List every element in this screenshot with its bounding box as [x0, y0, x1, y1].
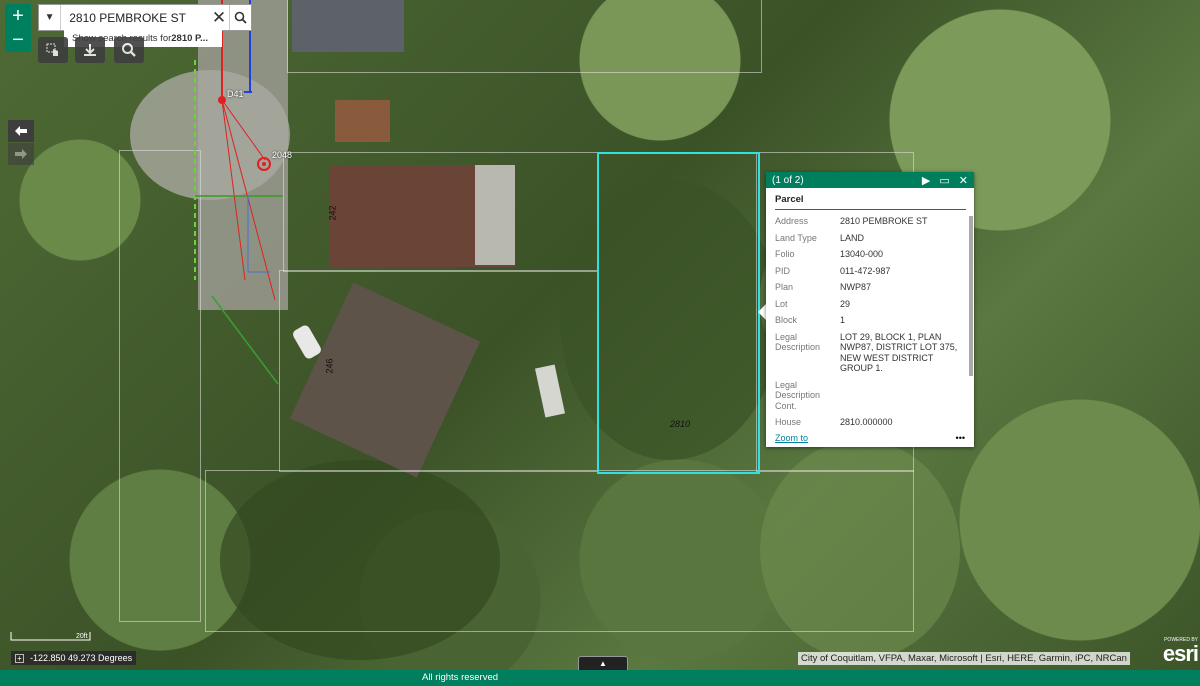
field-value: 13040-000	[840, 249, 884, 259]
coordinate-readout: + -122.850 49.273 Degrees	[11, 651, 137, 665]
maximize-icon[interactable]: ▭	[939, 174, 949, 187]
magnifier-icon	[122, 43, 136, 57]
field-value: LOT 29, BLOCK 1, PLAN NWP87, DISTRICT LO…	[840, 331, 958, 374]
hand-select-icon	[46, 43, 58, 56]
field-key: Folio	[775, 249, 795, 259]
coordinate-text: -122.850 49.273 Degrees	[30, 653, 133, 663]
popup-scrollbar[interactable]	[969, 216, 973, 376]
popup-field-row: House 2810.000000	[775, 417, 966, 426]
popup-pointer	[758, 304, 766, 320]
popup-field-row: Plan NWP87	[775, 282, 966, 293]
map-attribution: City of Coquitlam, VFPA, Maxar, Microsof…	[798, 652, 1130, 665]
field-key: Legal Description Cont.	[775, 379, 821, 411]
popup-field-row: Block 1	[775, 315, 966, 326]
field-value	[840, 380, 960, 412]
suggestion-bold: 2810 P...	[171, 32, 209, 44]
field-key: Plan	[775, 282, 794, 292]
field-value: 1	[840, 315, 846, 325]
field-value: 29	[840, 298, 851, 309]
location-marker-dot	[262, 162, 266, 166]
plus-icon: +	[12, 4, 24, 27]
field-key: PID	[775, 265, 791, 276]
popup-field-row: Address 2810 PEMBROKE ST	[775, 216, 966, 227]
search-input[interactable]	[61, 9, 210, 26]
field-value: 2810.000000	[840, 417, 893, 426]
popup-body: Parcel Address 2810 PEMBROKE ST Land Type…	[766, 188, 974, 426]
zoom-out-button[interactable]: −	[5, 28, 31, 52]
coordinate-toggle-icon[interactable]: +	[15, 653, 24, 663]
zoom-to-link[interactable]: Zoom to	[775, 433, 956, 443]
search-box: ▼ ✕	[38, 4, 252, 31]
feature-popup: (1 of 2) ▶ ▭ ✕ Parcel Address 2810 PEMBRO…	[766, 172, 974, 447]
map-label-2810: 2810	[670, 419, 691, 429]
minus-icon: −	[12, 28, 24, 51]
popup-field-row: Lot 29	[775, 299, 966, 310]
close-icon: ✕	[211, 7, 227, 27]
popup-header: (1 of 2) ▶ ▭ ✕	[766, 172, 974, 188]
utility-lines	[194, 0, 283, 385]
hydrant-marker	[218, 96, 226, 104]
field-value: LAND	[840, 232, 865, 243]
more-actions-button[interactable]: •••	[956, 433, 965, 443]
map-label-242: 242	[327, 205, 338, 221]
esri-logo: POWERED BY esri	[1140, 637, 1199, 666]
aerial-map[interactable]: D41 2048 242 246 2810	[0, 0, 1200, 670]
caret-down-icon: ▼	[44, 12, 55, 23]
search-icon	[234, 11, 247, 24]
map-label-246: 246	[324, 358, 335, 374]
field-key: House	[775, 417, 802, 426]
field-key: Land Type	[775, 232, 817, 243]
search-button[interactable]	[228, 5, 251, 30]
esri-name: esri	[1162, 641, 1199, 666]
download-icon	[84, 44, 96, 56]
bottom-panel-toggle[interactable]: ▲	[578, 656, 628, 671]
query-tool-button[interactable]	[114, 37, 144, 63]
field-value: NWP87	[840, 282, 872, 292]
field-value: 011-472-987	[840, 265, 891, 276]
field-key: Address	[775, 216, 809, 226]
map-label-d41: D41	[227, 89, 244, 99]
search-source-dropdown[interactable]: ▼	[39, 5, 62, 30]
popup-field-row: PID 011-472-987	[775, 266, 966, 277]
field-key: Lot	[775, 298, 788, 309]
map-label-2048: 2048	[272, 150, 293, 160]
arrow-right-icon	[15, 149, 27, 159]
next-feature-icon[interactable]: ▶	[922, 174, 930, 187]
clear-search-button[interactable]: ✕	[209, 8, 228, 28]
zoom-in-button[interactable]: +	[5, 4, 31, 28]
footer-text: All rights reserved	[422, 672, 499, 683]
arrow-left-icon	[15, 126, 27, 136]
popup-counter: (1 of 2)	[772, 174, 804, 186]
popup-field-row: Land Type LAND	[775, 233, 966, 244]
select-tool-button[interactable]	[38, 37, 68, 63]
popup-title: Parcel	[775, 194, 966, 210]
popup-footer: Zoom to •••	[766, 429, 974, 447]
footer-bar: All rights reserved	[0, 670, 1200, 686]
field-value: 2810 PEMBROKE ST	[840, 216, 928, 226]
chevron-up-icon: ▲	[599, 659, 607, 668]
download-tool-button[interactable]	[75, 37, 105, 63]
scale-label: 20ft	[76, 633, 88, 640]
field-key: Block	[775, 315, 798, 325]
utility-line-green	[211, 295, 279, 385]
next-extent-button[interactable]	[8, 143, 34, 165]
popup-field-row: Legal Description Cont.	[775, 380, 966, 412]
popup-field-row: Folio 13040-000	[775, 249, 966, 260]
scale-bar: 20ft	[10, 630, 92, 644]
popup-field-row: Legal Description LOT 29, BLOCK 1, PLAN N…	[775, 332, 966, 374]
close-icon[interactable]: ✕	[959, 174, 968, 187]
previous-extent-button[interactable]	[8, 120, 34, 142]
field-key: Legal Description	[775, 331, 821, 353]
